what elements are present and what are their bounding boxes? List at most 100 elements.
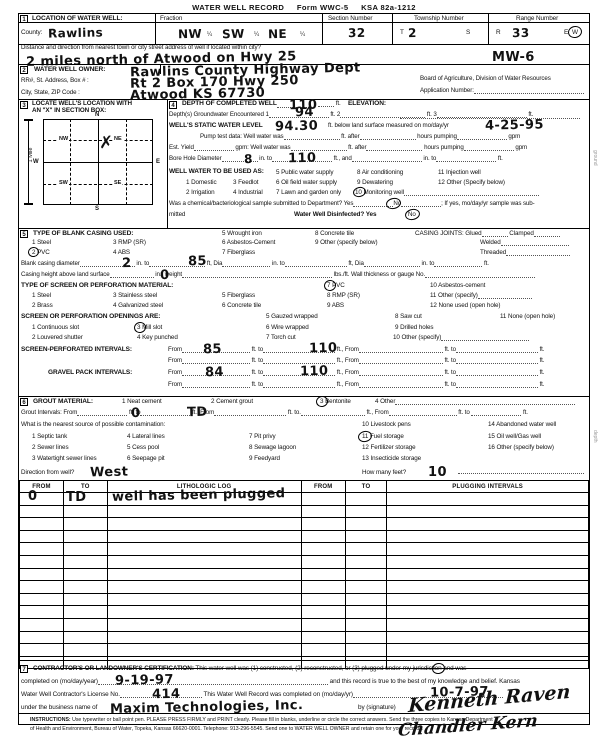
opening-option-6[interactable]: 6 Wire wrapped — [266, 324, 309, 331]
log-cell-pfrom[interactable] — [300, 517, 346, 531]
log-cell-plug[interactable] — [386, 492, 589, 506]
log-cell-plug[interactable] — [386, 529, 589, 544]
log-cell-to[interactable] — [62, 630, 108, 645]
log-cell-pfrom[interactable] — [300, 580, 346, 594]
log-cell-log[interactable] — [106, 567, 302, 582]
log-cell-from[interactable] — [19, 630, 64, 645]
log-cell-to[interactable] — [62, 517, 108, 531]
casing-option-6[interactable]: 6 Asbestos-Cement — [222, 239, 275, 246]
table-row[interactable] — [19, 504, 589, 519]
log-cell-log[interactable] — [106, 643, 302, 657]
log-cell-from[interactable] — [19, 504, 64, 519]
log-cell-plug[interactable] — [386, 554, 589, 569]
casing-joints-threaded[interactable]: Threaded — [480, 249, 571, 257]
static-water-level-date[interactable]: 4-25-95 — [485, 116, 544, 134]
log-cell-from[interactable] — [19, 517, 64, 531]
screen-option-3[interactable]: 3 Stainless steel — [113, 292, 157, 299]
opening-option-5[interactable]: 5 Gauzed wrapped — [266, 313, 318, 320]
log-cell-pto[interactable] — [344, 492, 388, 506]
log-cell-to[interactable] — [62, 567, 108, 582]
log-cell-from[interactable] — [19, 554, 64, 569]
log-cell-from[interactable] — [19, 542, 64, 556]
log-cell-pto[interactable] — [344, 517, 388, 531]
log-cell-pfrom[interactable] — [300, 529, 346, 544]
use-option-11[interactable]: 11 Injection well — [438, 169, 481, 176]
fraction-2-value[interactable]: SW — [222, 25, 245, 43]
log-cell-pfrom[interactable] — [300, 643, 346, 657]
casing-option-3[interactable]: 3 RMP (SR) — [113, 239, 146, 246]
table-row[interactable] — [19, 542, 589, 556]
log-cell-pto[interactable] — [344, 542, 388, 556]
use-option-1[interactable]: 1 Domestic — [186, 179, 217, 186]
log-cell-pto[interactable] — [344, 567, 388, 582]
use-option-5[interactable]: 5 Public water supply — [276, 169, 334, 176]
table-row[interactable] — [19, 605, 589, 619]
opening-option-11[interactable]: 11 None (open hole) — [500, 313, 555, 320]
contam-option-7[interactable]: 7 Pit privy — [249, 433, 276, 440]
screen-option-11[interactable]: 11 Other (specify) — [430, 292, 532, 300]
log-cell-to[interactable] — [62, 529, 108, 544]
contam-option-8[interactable]: 8 Sewage lagoon — [249, 444, 296, 451]
screen-option-4[interactable]: 4 Galvanized steel — [113, 302, 163, 309]
log-cell-to[interactable] — [62, 580, 108, 594]
grout-from-value[interactable]: 0 — [131, 404, 141, 422]
log-row-1-text[interactable]: well has been plugged — [112, 486, 286, 505]
use-option-4[interactable]: 4 Industrial — [233, 189, 263, 196]
log-cell-plug[interactable] — [386, 617, 589, 632]
opening-option-7[interactable]: 7 Torch cut — [266, 334, 296, 341]
contam-option-5[interactable]: 5 Cess pool — [127, 444, 159, 451]
log-cell-pto[interactable] — [344, 643, 388, 657]
log-cell-to[interactable] — [62, 643, 108, 657]
use-option-3[interactable]: 3 Feedlot — [233, 179, 258, 186]
contam-other-line[interactable] — [458, 456, 584, 474]
log-cell-pto[interactable] — [344, 504, 388, 519]
log-cell-pfrom[interactable] — [300, 542, 346, 556]
log-cell-to[interactable] — [62, 617, 108, 632]
log-cell-plug[interactable] — [386, 592, 589, 607]
bore-diameter-value[interactable]: 8 — [244, 150, 253, 168]
log-cell-log[interactable] — [106, 504, 302, 519]
screen-option-8[interactable]: 8 RMP (SR) — [327, 292, 360, 299]
log-cell-from[interactable] — [19, 492, 64, 506]
section-number-value[interactable]: 32 — [348, 24, 366, 42]
log-cell-from[interactable] — [19, 592, 64, 607]
log-cell-pfrom[interactable] — [300, 492, 346, 506]
use-option-8[interactable]: 8 Air conditioning — [357, 169, 403, 176]
log-cell-pfrom[interactable] — [300, 554, 346, 569]
signature-value[interactable]: Kenneth Raven — [408, 681, 571, 717]
contam-option-10[interactable]: 10 Livestock pens — [362, 421, 411, 428]
use-option-7[interactable]: 7 Lawn and garden only — [276, 189, 341, 196]
fraction-3-value[interactable]: NE — [268, 25, 287, 43]
contam-option-4[interactable]: 4 Lateral lines — [127, 433, 165, 440]
grout-option-1[interactable]: 1 Neat cement — [122, 398, 162, 405]
table-row[interactable] — [19, 529, 589, 544]
log-cell-log[interactable] — [106, 580, 302, 594]
table-row[interactable] — [19, 617, 589, 632]
screen-option-1[interactable]: 1 Steel — [32, 292, 51, 299]
table-row[interactable] — [19, 643, 589, 657]
contam-option-16[interactable]: 16 Other (specify below) — [488, 444, 554, 451]
log-cell-from[interactable] — [19, 605, 64, 619]
contam-option-9[interactable]: 9 Feedyard — [249, 455, 280, 462]
casing-option-8[interactable]: 8 Concrete tile — [315, 230, 354, 237]
log-cell-pfrom[interactable] — [300, 567, 346, 582]
bore-depth-value[interactable]: 110 — [288, 149, 317, 167]
casing-joints-welded[interactable]: Welded — [480, 239, 569, 247]
contam-option-2[interactable]: 2 Sewer lines — [32, 444, 69, 451]
log-cell-log[interactable] — [106, 605, 302, 619]
log-cell-log[interactable] — [106, 554, 302, 569]
log-row-1-from[interactable]: 0 — [28, 487, 37, 505]
perforated-from-1[interactable]: 85 — [203, 340, 222, 358]
screen-option-9[interactable]: 9 ABS — [327, 302, 344, 309]
direction-from-well-value[interactable]: West — [90, 463, 129, 481]
log-cell-log[interactable] — [106, 529, 302, 544]
county-value[interactable]: Rawlins — [48, 24, 103, 42]
log-cell-pto[interactable] — [344, 630, 388, 645]
contam-option-6[interactable]: 6 Seepage pit — [127, 455, 165, 462]
table-row[interactable] — [19, 492, 589, 506]
use-option-10[interactable]: 10 Monitoring well — [355, 189, 539, 197]
table-row[interactable] — [19, 580, 589, 594]
log-cell-log[interactable] — [106, 630, 302, 645]
log-cell-pfrom[interactable] — [300, 592, 346, 607]
contam-option-14[interactable]: 14 Abandoned water well — [488, 421, 556, 428]
